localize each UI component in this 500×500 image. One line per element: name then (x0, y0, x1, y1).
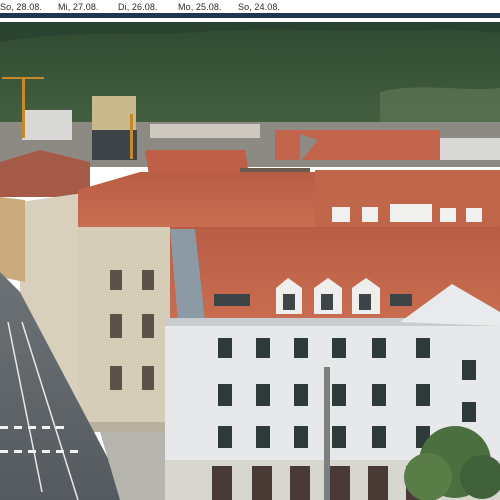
date-tab-0[interactable]: So, 28.08. (0, 0, 58, 16)
distant-building (150, 124, 260, 138)
webcam-app: So, 28.08. Mi, 27.08. Di, 26.08. Mo, 25.… (0, 0, 500, 500)
date-tabs: So, 28.08. Mi, 27.08. Di, 26.08. Mo, 25.… (0, 0, 308, 13)
roof-middle-building (78, 172, 320, 227)
webcam-image (0, 22, 500, 500)
date-tab-3[interactable]: Mo, 25.08. (178, 0, 238, 16)
middle-building-facade (78, 227, 173, 427)
yellow-building (0, 197, 25, 282)
date-tab-2[interactable]: Di, 26.08. (118, 0, 178, 16)
roof (275, 130, 440, 160)
date-tab-4[interactable]: So, 24.08. (238, 0, 308, 16)
pole (324, 367, 330, 500)
date-navigation-bar: So, 28.08. Mi, 27.08. Di, 26.08. Mo, 25.… (0, 0, 500, 18)
date-tab-label: So, 28.08. (0, 1, 43, 12)
distant-building (22, 110, 72, 140)
date-tab-label: So, 24.08. (238, 1, 281, 12)
date-tab-label: Mi, 27.08. (58, 1, 99, 12)
date-tab-label: Mo, 25.08. (178, 1, 222, 12)
date-tab-1[interactable]: Mi, 27.08. (58, 0, 118, 16)
date-tab-label: Di, 26.08. (118, 1, 158, 12)
distant-building (440, 138, 500, 160)
